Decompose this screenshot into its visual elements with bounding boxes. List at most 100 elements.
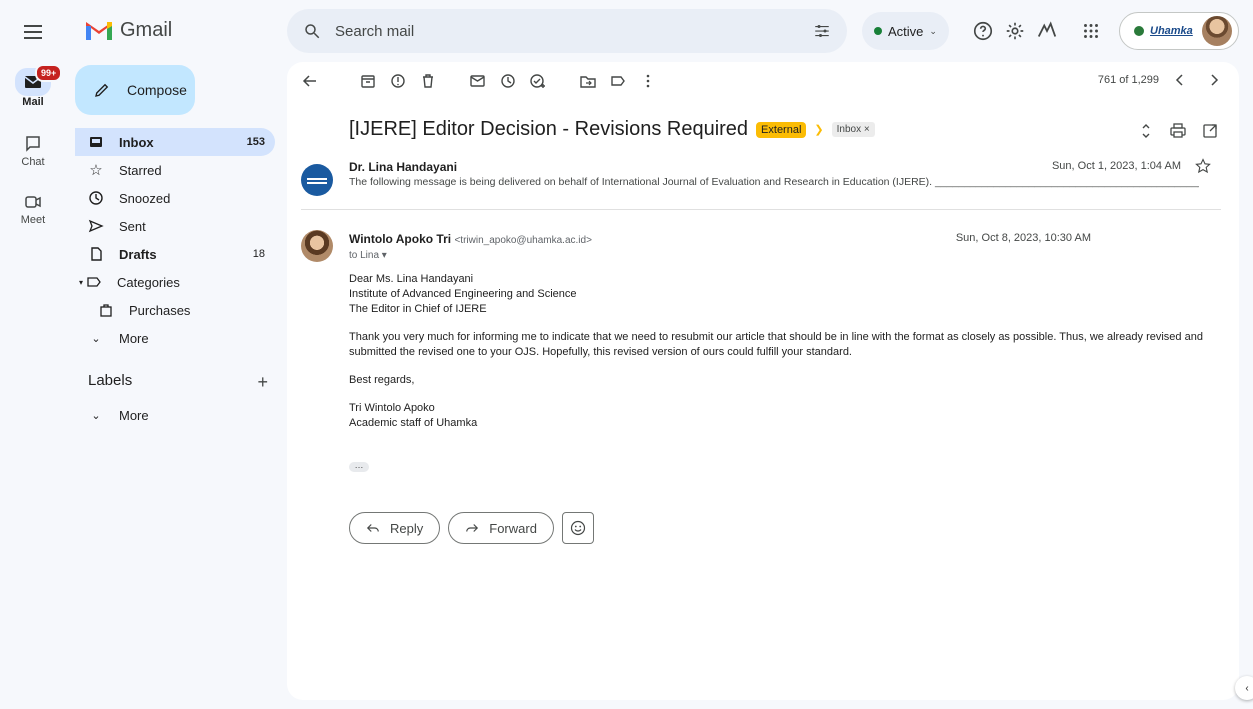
archive-icon[interactable]	[359, 72, 377, 90]
forward-button[interactable]: Forward	[448, 512, 554, 544]
settings-gear-icon[interactable]	[1004, 20, 1026, 42]
nav-item-inbox[interactable]: Inbox 153	[75, 128, 275, 156]
emoji-icon	[570, 520, 586, 536]
app-rail: 99+ Mail Chat Meet	[0, 0, 66, 709]
mail-icon: 99+	[15, 64, 63, 96]
rail-meet-label: Meet	[20, 214, 46, 226]
show-trimmed-content-button[interactable]: …	[349, 461, 369, 472]
reply-button[interactable]: Reply	[349, 512, 441, 544]
subject-actions	[1137, 122, 1219, 140]
caret-down-icon[interactable]: ▾	[79, 278, 83, 287]
star-icon[interactable]	[1195, 158, 1211, 174]
reply-actions: Reply Forward	[349, 512, 594, 544]
subject-row: [IJERE] Editor Decision - Revisions Requ…	[349, 118, 875, 141]
nav-label: Purchases	[129, 302, 191, 318]
greeting-line: Dear Ms. Lina Handayani	[349, 273, 474, 285]
sender-name: Dr. Lina Handayani	[349, 160, 458, 174]
unread-count: 153	[246, 136, 265, 148]
inbox-icon	[87, 133, 105, 151]
filter-options-icon[interactable]	[813, 22, 831, 40]
rail-chat-label: Chat	[21, 156, 45, 168]
status-dropdown[interactable]: Active ⌄	[862, 12, 949, 50]
collapsed-message[interactable]: Dr. Lina Handayani The following message…	[301, 158, 1221, 210]
star-icon: ☆	[89, 162, 103, 179]
search-icon[interactable]	[303, 22, 321, 40]
nav-item-sent[interactable]: Sent	[75, 212, 275, 240]
chat-icon	[17, 132, 49, 156]
expand-all-icon[interactable]	[1137, 122, 1155, 140]
importance-marker-icon[interactable]: ❯	[814, 123, 823, 136]
search-input[interactable]	[335, 22, 813, 40]
menu-icon[interactable]	[21, 20, 45, 44]
nav-label: Sent	[119, 218, 146, 234]
pager-text: 761 of 1,299	[1097, 74, 1159, 86]
back-arrow-icon[interactable]	[301, 72, 319, 90]
labels-more-item[interactable]: ⌄ More	[75, 401, 275, 429]
nav-item-snoozed[interactable]: Snoozed	[75, 184, 275, 212]
nav-item-starred[interactable]: ☆ Starred	[75, 156, 275, 184]
nav-item-drafts[interactable]: Drafts 18	[75, 240, 275, 268]
print-icon[interactable]	[1169, 122, 1187, 140]
labels-more: ⌄ More	[75, 401, 275, 429]
nav-label: Drafts	[119, 246, 157, 262]
thread-subject: [IJERE] Editor Decision - Revisions Requ…	[349, 118, 749, 140]
chevron-left-icon[interactable]	[1171, 71, 1189, 89]
forward-label: Forward	[489, 520, 537, 536]
app-name: Gmail	[120, 18, 173, 41]
snooze-clock-icon[interactable]	[499, 72, 517, 90]
nav-label: Starred	[119, 162, 162, 178]
recipient-dropdown[interactable]: to Lina ▾	[349, 250, 387, 261]
search-bar[interactable]	[287, 9, 847, 53]
message-body: Dear Ms. Lina Handayani Institute of Adv…	[349, 272, 1229, 444]
signature-name: Tri Wintolo Apoko	[349, 402, 435, 414]
sender-name: Wintolo Apoko Tri	[349, 232, 452, 246]
rail-meet[interactable]: Meet	[0, 190, 66, 226]
nav-item-more[interactable]: ⌄ More	[75, 324, 275, 352]
labels-header: Labels +	[88, 372, 268, 393]
gmail-m-icon	[86, 22, 112, 40]
nav-label: More	[119, 407, 149, 423]
sender-email: <triwin_apoko@uhamka.ac.id>	[454, 235, 592, 246]
message-date: Sun, Oct 1, 2023, 1:04 AM	[1051, 160, 1181, 172]
report-spam-icon[interactable]	[389, 72, 407, 90]
account-switcher[interactable]: Uhamka	[1119, 12, 1239, 50]
message-snippet: The following message is being delivered…	[349, 176, 1199, 188]
move-to-folder-icon[interactable]	[579, 72, 597, 90]
inbox-label-chip[interactable]: Inbox ×	[831, 122, 875, 137]
unread-badge: 99+	[35, 64, 63, 82]
nav-item-purchases[interactable]: Purchases	[75, 296, 275, 324]
status-label: Active	[888, 23, 924, 39]
label-icon[interactable]	[609, 72, 627, 90]
shopping-bag-icon	[97, 301, 115, 319]
chevron-down-icon: ⌄	[91, 409, 101, 422]
message-date: Sun, Oct 8, 2023, 10:30 AM	[955, 232, 1091, 244]
trash-icon[interactable]	[419, 72, 437, 90]
nav-label: Snoozed	[119, 190, 171, 206]
rail-mail[interactable]: 99+ Mail	[0, 64, 66, 108]
open-new-window-icon[interactable]	[1201, 122, 1219, 140]
signature-title: Academic staff of Uhamka	[349, 417, 478, 429]
user-avatar[interactable]	[1202, 16, 1232, 46]
mark-unread-icon[interactable]	[469, 72, 487, 90]
rail-chat[interactable]: Chat	[0, 132, 66, 168]
add-to-tasks-icon[interactable]	[529, 72, 547, 90]
compose-button[interactable]: Compose	[75, 65, 195, 115]
pencil-icon	[95, 83, 109, 97]
help-icon[interactable]	[972, 20, 994, 42]
message-panel: 761 of 1,299 [IJERE] Editor Decision - R…	[287, 62, 1239, 700]
apps-grid-icon[interactable]	[1080, 20, 1102, 42]
side-panel-toggle-chevron-icon[interactable]: ‹	[1235, 676, 1253, 700]
gemini-icon[interactable]	[1036, 20, 1058, 42]
greeting-line: Institute of Advanced Engineering and Sc…	[349, 288, 577, 300]
status-dot	[874, 27, 882, 35]
greeting-line: The Editor in Chief of IJERE	[349, 303, 487, 315]
nav-item-categories[interactable]: ▾ Categories	[75, 268, 275, 296]
more-vert-icon[interactable]	[639, 72, 657, 90]
closing-line: Best regards,	[349, 374, 415, 386]
chevron-right-icon[interactable]	[1205, 71, 1223, 89]
add-label-plus-icon[interactable]: +	[257, 372, 268, 393]
gmail-logo[interactable]: Gmail	[84, 18, 172, 42]
reply-label: Reply	[390, 520, 424, 536]
chevron-down-icon: ⌄	[91, 332, 101, 345]
emoji-react-button[interactable]	[561, 512, 594, 544]
